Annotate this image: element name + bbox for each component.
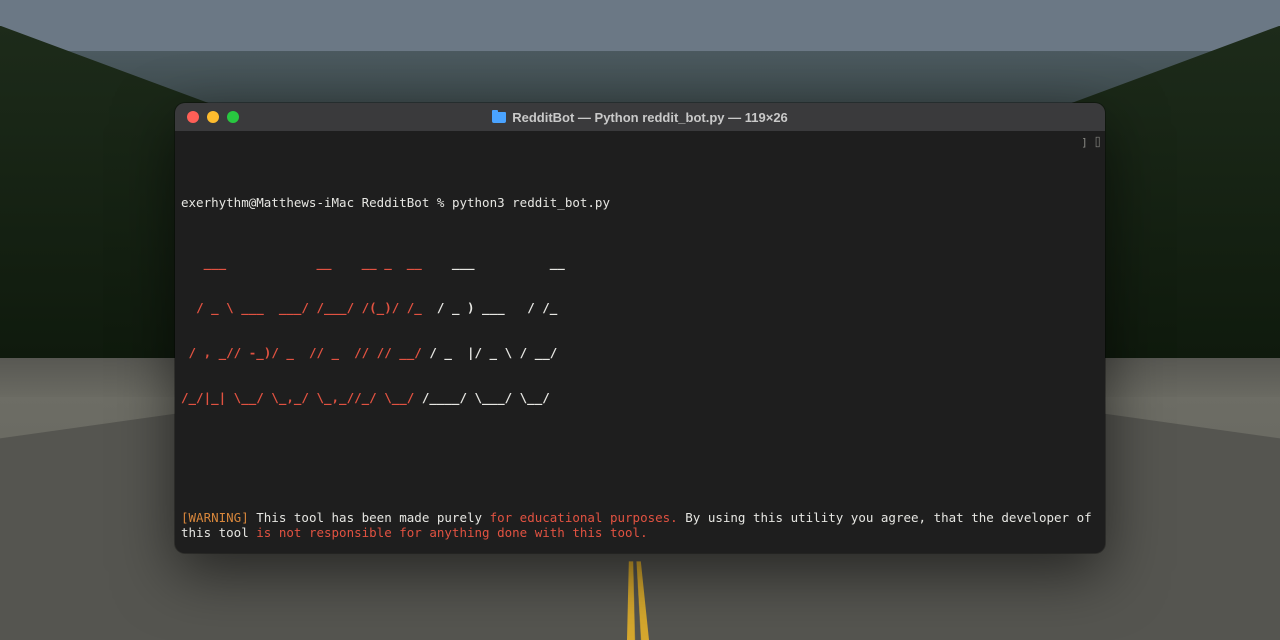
window-title-text: RedditBot — Python reddit_bot.py — 119×2… [512,110,788,125]
folder-icon [492,112,506,123]
ascii-art-line: ___ __ __ _ __ ___ __ [181,255,1099,270]
scroll-indicator: ] ⌷ [1081,135,1101,150]
minimize-icon[interactable] [207,111,219,123]
titlebar[interactable]: RedditBot — Python reddit_bot.py — 119×2… [175,103,1105,131]
ascii-art-line: / , _// -_)/ _ // _ // // __/ / _ |/ _ \… [181,345,1099,360]
traffic-lights [175,111,239,123]
warning-line: [WARNING] This tool has been made purely… [181,510,1099,540]
zoom-icon[interactable] [227,111,239,123]
terminal-body[interactable]: ] ⌷ exerhythm@Matthews-iMac RedditBot % … [175,131,1105,553]
terminal-window[interactable]: RedditBot — Python reddit_bot.py — 119×2… [175,103,1105,553]
shell-prompt-line: exerhythm@Matthews-iMac RedditBot % pyth… [181,195,1099,210]
ascii-art-line: /_/|_| \__/ \_,_/ \_,_//_/ \__/ /____/ \… [181,390,1099,405]
ascii-art-line: / _ \ ___ ___/ /___/ /(_)/ /_ / _ ) ___ … [181,300,1099,315]
blank-line [181,450,1099,465]
window-title: RedditBot — Python reddit_bot.py — 119×2… [175,110,1105,125]
close-icon[interactable] [187,111,199,123]
